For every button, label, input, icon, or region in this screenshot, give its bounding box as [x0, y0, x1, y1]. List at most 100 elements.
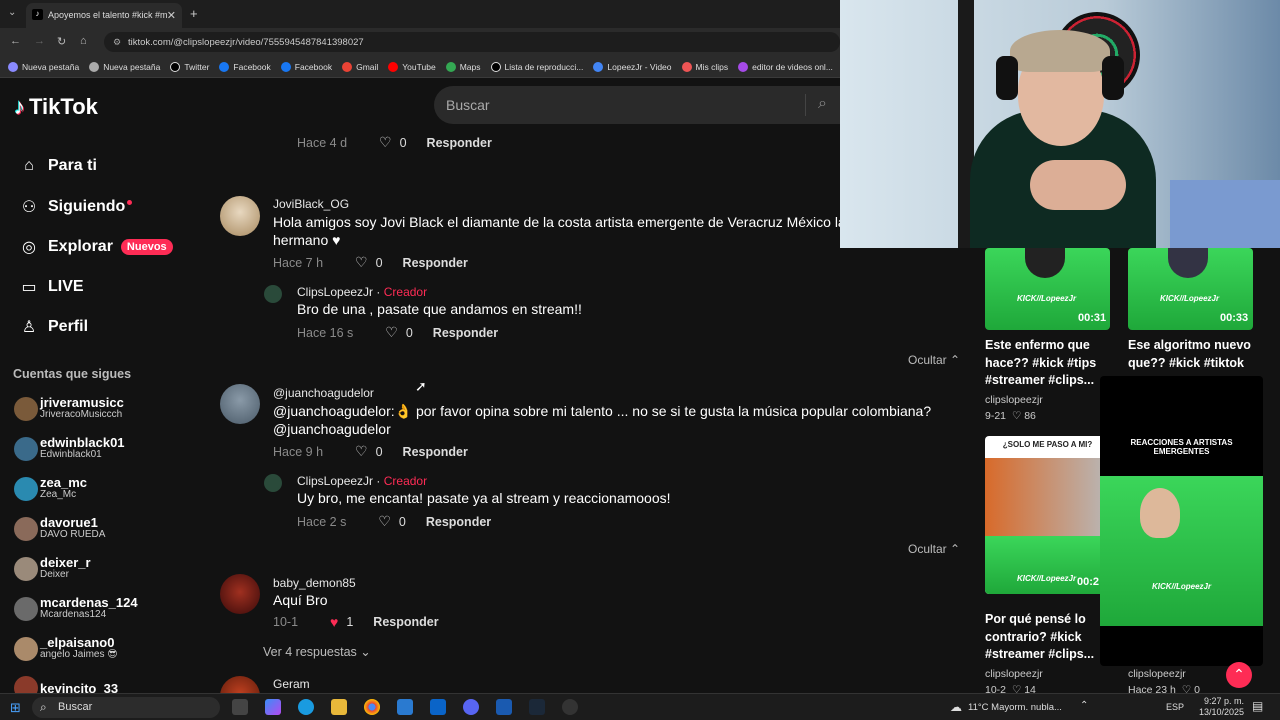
comment-username[interactable]: JoviBlack_OG	[273, 197, 349, 211]
hide-replies-button[interactable]: Ocultar ⌃	[908, 353, 960, 367]
app-icon[interactable]	[496, 699, 512, 715]
weather-icon[interactable]: ☁	[950, 700, 962, 714]
video-thumbnail[interactable]: ¿SOLO ME PASO A MI? KICK//LopeezJr 00:2	[985, 436, 1110, 594]
taskbar-search[interactable]: ⌕ Buscar	[32, 697, 220, 718]
site-info-icon[interactable]: ⚙	[113, 37, 121, 48]
avatar[interactable]	[220, 384, 260, 424]
nav-live[interactable]: ▭ LIVE	[18, 277, 83, 297]
bookmark-item[interactable]: Facebook	[280, 61, 332, 72]
file-explorer-icon[interactable]	[331, 699, 347, 715]
creator-avatar[interactable]	[264, 474, 282, 492]
back-arrow-icon[interactable]: ←	[10, 35, 21, 47]
x-icon	[170, 61, 181, 72]
reply-button[interactable]: Responder	[403, 256, 468, 270]
following-account[interactable]: mcardenas_124 Mcardenas124	[14, 596, 138, 621]
nav-siguiendo[interactable]: ⚇ Siguiendo	[18, 197, 133, 217]
video-title[interactable]: Este enfermo que hace?? #kick #tips #str…	[985, 337, 1110, 390]
video-title[interactable]: Por qué pensé lo contrario? #kick #strea…	[985, 611, 1095, 664]
heart-icon[interactable]: ♡	[385, 324, 398, 341]
tiktok-logo[interactable]: ♪ TikTok	[14, 94, 98, 120]
comment-username[interactable]: @juanchoagudelor	[273, 386, 374, 400]
view-replies-button[interactable]: Ver 4 respuestas ⌄	[263, 644, 371, 659]
video-author[interactable]: clipslopeezjr	[1128, 668, 1186, 680]
bookmark-item[interactable]: Maps	[445, 61, 481, 72]
creator-label: Creador	[383, 285, 428, 299]
following-account[interactable]: deixer_r Deixer	[14, 556, 91, 581]
windows-start-icon[interactable]: ⊞	[10, 700, 21, 716]
heart-icon[interactable]: ♡	[355, 443, 368, 460]
bookmark-item[interactable]: Lista de reproducci...	[490, 61, 583, 72]
edge-icon[interactable]	[298, 699, 314, 715]
reply-button[interactable]: Responder	[433, 326, 498, 340]
following-account[interactable]: davorue1 DAVO RUEDA	[14, 516, 105, 541]
new-tab-button[interactable]: +	[190, 6, 198, 21]
bookmark-item[interactable]: Facebook	[219, 61, 271, 72]
home-icon[interactable]: ⌂	[80, 35, 87, 47]
notification-icon[interactable]: ▤	[1252, 699, 1263, 713]
scroll-to-top-button[interactable]: ⌃	[1226, 662, 1252, 688]
comment-username[interactable]: Geram	[273, 677, 310, 691]
reload-icon[interactable]: ↻	[57, 35, 66, 48]
heart-icon[interactable]: ♡	[378, 513, 391, 530]
forward-arrow-icon[interactable]: →	[34, 35, 45, 47]
chrome-icon[interactable]	[364, 699, 380, 715]
avatar[interactable]	[220, 574, 260, 614]
store-icon[interactable]	[397, 699, 413, 715]
obs-icon[interactable]	[562, 699, 578, 715]
nav-para-ti[interactable]: ⌂ Para ti	[18, 157, 97, 175]
creator-avatar[interactable]	[264, 285, 282, 303]
heart-filled-icon[interactable]: ♥	[330, 614, 338, 630]
bookmark-item[interactable]: Gmail	[342, 61, 378, 72]
video-thumbnail[interactable]: KICK//LopeezJr 00:33	[1128, 248, 1253, 330]
bookmark-item[interactable]: editor de videos onl...	[738, 61, 833, 72]
search-icon[interactable]: ⌕	[818, 95, 827, 113]
reply-button[interactable]: Responder	[373, 615, 438, 629]
heart-icon[interactable]: ♡	[379, 134, 392, 151]
nav-explorar[interactable]: ◎ Explorar Nuevos	[18, 237, 173, 257]
discord-icon[interactable]	[463, 699, 479, 715]
video-thumbnail[interactable]: KICK//LopeezJr 00:31	[985, 248, 1110, 330]
video-thumbnail[interactable]: REACCIONES A ARTISTAS EMERGENTES KICK//L…	[1100, 376, 1263, 666]
nav-perfil[interactable]: ♙ Perfil	[18, 317, 88, 337]
heart-icon[interactable]: ♡	[355, 254, 368, 271]
task-view-icon[interactable]	[232, 699, 248, 715]
copilot-icon[interactable]	[265, 699, 281, 715]
search-input[interactable]: Buscar ⌕	[434, 86, 840, 124]
bookmark-item[interactable]: Nueva pestaña	[8, 61, 79, 72]
following-account[interactable]: jriveramusicc JriveracoMusiccch	[14, 396, 124, 421]
weather-text[interactable]: 11°C Mayorm. nubla...	[968, 702, 1062, 713]
prison-scene	[985, 458, 1110, 536]
browser-tab[interactable]: ♪ Apoyemos el talento #kick #m ✕	[26, 3, 182, 28]
following-account[interactable]: zea_mc Zea_Mc	[14, 476, 87, 501]
reply-button[interactable]: Responder	[403, 445, 468, 459]
avatar[interactable]	[220, 196, 260, 236]
language-indicator[interactable]: ESP	[1166, 702, 1184, 712]
windows-taskbar: ⊞ ⌕ Buscar ☁ 11°C Mayorm. nubla... ⌃ ESP…	[0, 693, 1280, 720]
following-account[interactable]: _elpaisano0 angelo Jaimes 😎	[14, 636, 118, 661]
video-author[interactable]: clipslopeezjr	[985, 394, 1043, 406]
video-title[interactable]: Ese algoritmo nuevo que?? #kick #tiktok	[1128, 337, 1253, 372]
tab-list-chevron-icon[interactable]: ⌄	[8, 7, 16, 18]
comment-username[interactable]: baby_demon85	[273, 576, 356, 590]
steam-icon[interactable]	[529, 699, 545, 715]
bookmark-item[interactable]: Mis clips	[681, 61, 728, 72]
video-author[interactable]: clipslopeezjr	[985, 668, 1043, 680]
hide-replies-button[interactable]: Ocultar ⌃	[908, 542, 960, 556]
following-account[interactable]: edwinblack01 Edwinblack01	[14, 436, 125, 461]
comment-meta: Hace 7 h ♡ 0 Responder	[273, 254, 468, 271]
tiktok-note-icon: ♪	[14, 94, 25, 119]
reply-button[interactable]: Responder	[427, 136, 492, 150]
bookmark-item[interactable]: Nueva pestaña	[89, 61, 160, 72]
bookmark-item[interactable]: LopeezJr - Video	[593, 61, 672, 72]
bookmark-item[interactable]: YouTube	[388, 61, 436, 72]
clock[interactable]: 9:27 p. m. 13/10/2025	[1199, 696, 1244, 718]
url-field[interactable]: ⚙ tiktok.com/@clipslopeezjr/video/755594…	[104, 32, 840, 52]
tray-chevron-icon[interactable]: ⌃	[1080, 700, 1088, 711]
outlook-icon[interactable]	[430, 699, 446, 715]
reply-button[interactable]: Responder	[426, 515, 491, 529]
bookmark-item[interactable]: Twitter	[170, 61, 209, 72]
reply-username[interactable]: ClipsLopeezJr · Creador	[297, 474, 427, 488]
reply-username[interactable]: ClipsLopeezJr · Creador	[297, 285, 427, 299]
tab-close-icon[interactable]: ✕	[167, 9, 176, 22]
chevron-up-icon: ⌃	[950, 542, 961, 556]
